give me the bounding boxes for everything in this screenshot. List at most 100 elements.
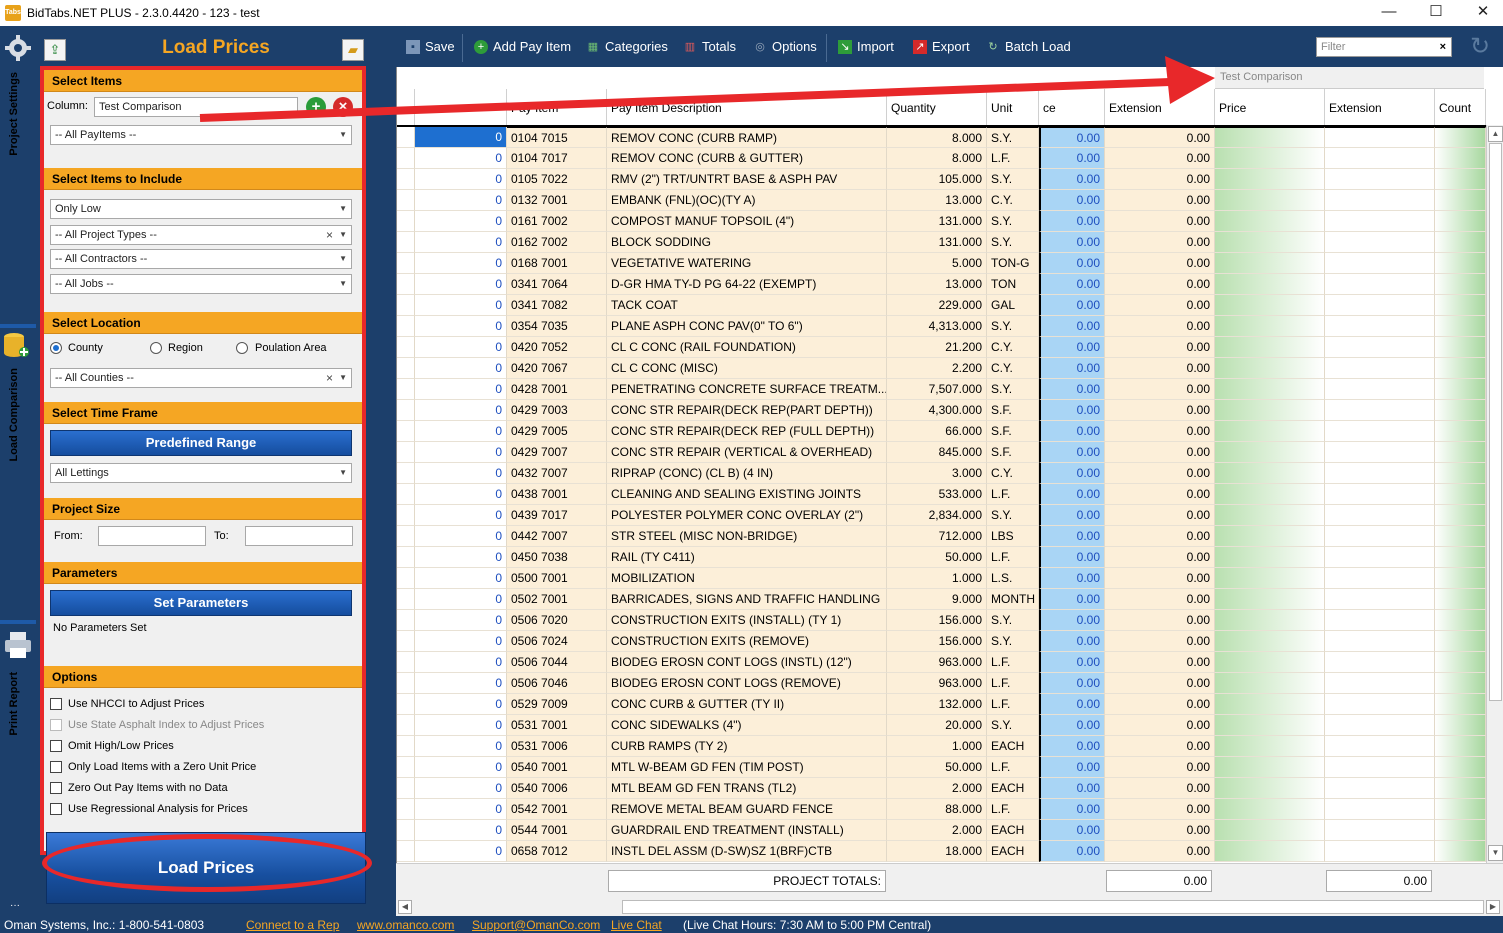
set-parameters-button[interactable]: Set Parameters xyxy=(50,590,352,616)
description-cell[interactable]: CL C CONC (MISC) xyxy=(607,358,887,379)
comp-price-cell[interactable] xyxy=(1215,190,1325,211)
table-row[interactable]: 0 0531 7001 CONC SIDEWALKS (4") 20.000 S.Y. 0… xyxy=(397,715,1486,736)
comp-extension-cell[interactable] xyxy=(1325,169,1435,190)
description-cell[interactable]: BARRICADES, SIGNS AND TRAFFIC HANDLING xyxy=(607,589,887,610)
scroll-down-icon[interactable]: ▼ xyxy=(1488,845,1503,861)
pay-item-cell[interactable]: 0544 7001 xyxy=(507,820,607,841)
extension-cell[interactable]: 0.00 xyxy=(1105,316,1215,337)
comp-extension-cell[interactable] xyxy=(1325,274,1435,295)
count-cell[interactable] xyxy=(1435,547,1486,568)
unit-cell[interactable]: C.Y. xyxy=(987,190,1039,211)
description-cell[interactable]: CONC STR REPAIR (VERTICAL & OVERHEAD) xyxy=(607,442,887,463)
table-row[interactable]: 0 0104 7017 REMOV CONC (CURB & GUTTER) 8.00… xyxy=(397,148,1486,169)
count-cell[interactable] xyxy=(1435,169,1486,190)
extension-cell[interactable]: 0.00 xyxy=(1105,295,1215,316)
extension-cell[interactable]: 0.00 xyxy=(1105,715,1215,736)
col-price[interactable]: ce xyxy=(1039,89,1105,125)
quantity-cell[interactable]: 5.000 xyxy=(887,253,987,274)
comp-price-cell[interactable] xyxy=(1215,820,1325,841)
col-count[interactable]: Count xyxy=(1435,89,1486,125)
payitems-select[interactable]: -- All PayItems -- ▼ xyxy=(50,125,352,145)
col-quantity[interactable]: Quantity xyxy=(887,89,987,125)
extension-cell[interactable]: 0.00 xyxy=(1105,337,1215,358)
comp-price-cell[interactable] xyxy=(1215,400,1325,421)
comp-extension-cell[interactable] xyxy=(1325,484,1435,505)
table-row[interactable]: 0 0420 7052 CL C CONC (RAIL FOUNDATION) 21.… xyxy=(397,337,1486,358)
quantity-cell[interactable]: 2,834.000 xyxy=(887,505,987,526)
count-cell[interactable] xyxy=(1435,421,1486,442)
county-radio[interactable] xyxy=(50,342,62,354)
comp-price-cell[interactable] xyxy=(1215,505,1325,526)
count-cell[interactable] xyxy=(1435,799,1486,820)
count-cell[interactable] xyxy=(1435,568,1486,589)
price-cell[interactable]: 0.00 xyxy=(1039,190,1105,211)
pay-item-cell[interactable]: 0104 7017 xyxy=(507,148,607,169)
count-cell[interactable] xyxy=(1435,127,1486,148)
table-row[interactable]: 0 0162 7002 BLOCK SODDING 131.000 S.Y. 0.00 0.… xyxy=(397,232,1486,253)
quantity-cell[interactable]: 132.000 xyxy=(887,694,987,715)
price-cell[interactable]: 0.00 xyxy=(1039,589,1105,610)
extension-cell[interactable]: 0.00 xyxy=(1105,463,1215,484)
live-chat-link[interactable]: Live Chat xyxy=(611,916,662,933)
quantity-cell[interactable]: 9.000 xyxy=(887,589,987,610)
pay-item-cell[interactable]: 0168 7001 xyxy=(507,253,607,274)
extension-cell[interactable]: 0.00 xyxy=(1105,820,1215,841)
extension-cell[interactable]: 0.00 xyxy=(1105,799,1215,820)
extension-cell[interactable]: 0.00 xyxy=(1105,253,1215,274)
count-cell[interactable] xyxy=(1435,715,1486,736)
extension-cell[interactable]: 0.00 xyxy=(1105,400,1215,421)
count-cell[interactable] xyxy=(1435,841,1486,862)
totals-button[interactable]: ▥ Totals xyxy=(683,38,736,56)
comp-price-cell[interactable] xyxy=(1215,799,1325,820)
quantity-cell[interactable]: 1.000 xyxy=(887,736,987,757)
count-cell[interactable] xyxy=(1435,274,1486,295)
table-row[interactable]: 0 0428 7001 PENETRATING CONCRETE SURFACE T… xyxy=(397,379,1486,400)
description-cell[interactable]: CONSTRUCTION EXITS (REMOVE) xyxy=(607,631,887,652)
description-cell[interactable]: REMOV CONC (CURB RAMP) xyxy=(607,127,887,148)
comp-price-cell[interactable] xyxy=(1215,778,1325,799)
description-cell[interactable]: CLEANING AND SEALING EXISTING JOINTS xyxy=(607,484,887,505)
comp-price-cell[interactable] xyxy=(1215,736,1325,757)
extension-cell[interactable]: 0.00 xyxy=(1105,736,1215,757)
count-cell[interactable] xyxy=(1435,211,1486,232)
table-row[interactable]: 0 0161 7002 COMPOST MANUF TOPSOIL (4") 131.… xyxy=(397,211,1486,232)
quantity-cell[interactable]: 50.000 xyxy=(887,547,987,568)
pay-item-cell[interactable]: 0658 7012 xyxy=(507,841,607,862)
price-cell[interactable]: 0.00 xyxy=(1039,505,1105,526)
comp-price-cell[interactable] xyxy=(1215,715,1325,736)
price-cell[interactable]: 0.00 xyxy=(1039,253,1105,274)
description-cell[interactable]: CONC STR REPAIR(DECK REP (FULL DEPTH)) xyxy=(607,421,887,442)
scroll-right-icon[interactable]: ▶ xyxy=(1486,900,1500,914)
unit-cell[interactable]: S.Y. xyxy=(987,610,1039,631)
description-cell[interactable]: MTL BEAM GD FEN TRANS (TL2) xyxy=(607,778,887,799)
table-row[interactable]: 0 0354 7035 PLANE ASPH CONC PAV(0" TO 6") 4… xyxy=(397,316,1486,337)
description-cell[interactable]: CONSTRUCTION EXITS (INSTALL) (TY 1) xyxy=(607,610,887,631)
price-cell[interactable]: 0.00 xyxy=(1039,799,1105,820)
unit-cell[interactable]: S.F. xyxy=(987,400,1039,421)
tab-project-settings[interactable]: Project Settings xyxy=(0,32,36,332)
description-cell[interactable]: REMOVE METAL BEAM GUARD FENCE xyxy=(607,799,887,820)
extension-cell[interactable]: 0.00 xyxy=(1105,232,1215,253)
comp-price-cell[interactable] xyxy=(1215,337,1325,358)
comp-extension-cell[interactable] xyxy=(1325,673,1435,694)
quantity-cell[interactable]: 1.000 xyxy=(887,568,987,589)
quantity-cell[interactable]: 533.000 xyxy=(887,484,987,505)
extension-cell[interactable]: 0.00 xyxy=(1105,148,1215,169)
price-cell[interactable]: 0.00 xyxy=(1039,757,1105,778)
extension-cell[interactable]: 0.00 xyxy=(1105,211,1215,232)
comp-price-cell[interactable] xyxy=(1215,673,1325,694)
maximize-button[interactable]: ☐ xyxy=(1413,0,1459,26)
price-cell[interactable]: 0.00 xyxy=(1039,694,1105,715)
extension-cell[interactable]: 0.00 xyxy=(1105,568,1215,589)
description-cell[interactable]: COMPOST MANUF TOPSOIL (4") xyxy=(607,211,887,232)
comp-extension-cell[interactable] xyxy=(1325,232,1435,253)
price-cell[interactable]: 0.00 xyxy=(1039,673,1105,694)
table-row[interactable]: 0 0500 7001 MOBILIZATION 1.000 L.S. 0.00 0.00 xyxy=(397,568,1486,589)
comp-price-cell[interactable] xyxy=(1215,589,1325,610)
count-cell[interactable] xyxy=(1435,190,1486,211)
pay-item-cell[interactable]: 0540 7001 xyxy=(507,757,607,778)
description-cell[interactable]: CONC CURB & GUTTER (TY II) xyxy=(607,694,887,715)
quantity-cell[interactable]: 229.000 xyxy=(887,295,987,316)
pay-item-cell[interactable]: 0162 7002 xyxy=(507,232,607,253)
col-pay-item[interactable]: Pay Item xyxy=(507,89,607,125)
